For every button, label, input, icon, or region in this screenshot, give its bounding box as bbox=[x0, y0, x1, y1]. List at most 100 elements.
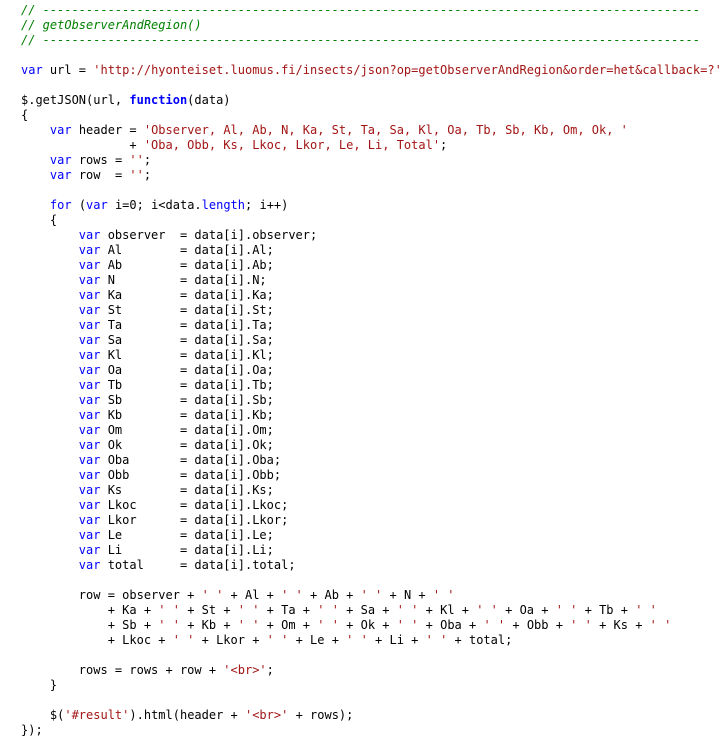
code-line: var total = data[i].total; bbox=[21, 558, 722, 573]
code-line: var Li = data[i].Li; bbox=[21, 543, 722, 558]
keyword-token: function bbox=[129, 93, 188, 107]
code-line: { bbox=[21, 108, 722, 123]
code-token: + total; bbox=[447, 633, 513, 647]
code-token: ; bbox=[440, 138, 448, 152]
code-token: Obb = data[i].Obb; bbox=[100, 468, 282, 482]
code-token: Li = data[i].Li; bbox=[100, 543, 274, 557]
comment-token: // getObserverAndRegion() bbox=[21, 18, 202, 32]
code-token: { bbox=[21, 108, 29, 122]
code-line: + Ka + ' ' + St + ' ' + Ta + ' ' + Sa + … bbox=[21, 603, 722, 618]
keyword-token: var bbox=[78, 438, 101, 452]
code-token: + Om + bbox=[259, 618, 318, 632]
code-token: Tb = data[i].Tb; bbox=[100, 378, 274, 392]
string-token: '<br>' bbox=[244, 708, 289, 722]
code-token: } bbox=[21, 678, 58, 692]
string-token: ' ' bbox=[237, 603, 260, 617]
keyword-token: var bbox=[78, 423, 101, 437]
code-line: var Sa = data[i].Sa; bbox=[21, 333, 722, 348]
code-token: i=0; i<data. bbox=[107, 198, 202, 212]
code-line: row = observer + ' ' + Al + ' ' + Ab + '… bbox=[21, 588, 722, 603]
code-token: total = data[i].total; bbox=[100, 558, 296, 572]
keyword-token: var bbox=[78, 513, 101, 527]
code-token: row = observer + bbox=[21, 588, 202, 602]
code-token: N = data[i].N; bbox=[100, 273, 267, 287]
code-token: + Ab + bbox=[302, 588, 361, 602]
code-line: var url = 'http://hyonteiset.luomus.fi/i… bbox=[21, 63, 722, 78]
code-token: Ka = data[i].Ka; bbox=[100, 288, 274, 302]
code-token: + Kl + bbox=[418, 603, 477, 617]
string-token: ' ' bbox=[483, 618, 506, 632]
code-token: Ta = data[i].Ta; bbox=[100, 318, 274, 332]
code-line: + Lkoc + ' ' + Lkor + ' ' + Le + ' ' + L… bbox=[21, 633, 722, 648]
code-token: Sa = data[i].Sa; bbox=[100, 333, 274, 347]
code-token: row = bbox=[71, 168, 130, 182]
code-line: // -------------------------------------… bbox=[21, 33, 722, 48]
keyword-token: var bbox=[78, 528, 101, 542]
keyword-token: var bbox=[78, 498, 101, 512]
code-token: + Ka + bbox=[21, 603, 159, 617]
keyword-token: var bbox=[78, 333, 101, 347]
code-line: var Lkoc = data[i].Lkoc; bbox=[21, 498, 722, 513]
code-token: + Ta + bbox=[259, 603, 318, 617]
code-editor[interactable]: // -------------------------------------… bbox=[0, 0, 722, 743]
code-line: var Oa = data[i].Oa; bbox=[21, 363, 722, 378]
code-token: Ks = data[i].Ks; bbox=[100, 483, 274, 497]
keyword-token: var bbox=[78, 288, 101, 302]
code-token: ( bbox=[71, 198, 87, 212]
keyword-token: var bbox=[78, 258, 101, 272]
comment-token: // -------------------------------------… bbox=[21, 33, 701, 47]
code-token: url = bbox=[42, 63, 94, 77]
keyword-token: var bbox=[78, 558, 101, 572]
string-token: ' ' bbox=[201, 588, 224, 602]
code-token: + Li + bbox=[367, 633, 426, 647]
code-token: + Oa + bbox=[497, 603, 556, 617]
code-line: var Ta = data[i].Ta; bbox=[21, 318, 722, 333]
code-line: + 'Oba, Obb, Ks, Lkoc, Lkor, Le, Li, Tot… bbox=[21, 138, 722, 153]
code-token: + Oba + bbox=[418, 618, 484, 632]
code-line: rows = rows + row + '<br>'; bbox=[21, 663, 722, 678]
code-token: + Tb + bbox=[577, 603, 636, 617]
string-token: '' bbox=[129, 168, 144, 182]
code-line: var Al = data[i].Al; bbox=[21, 243, 722, 258]
code-token: Kb = data[i].Kb; bbox=[100, 408, 274, 422]
keyword-token: var bbox=[21, 63, 43, 77]
code-token: (data) bbox=[187, 93, 231, 107]
code-token: + Ok + bbox=[338, 618, 397, 632]
code-token: Ok = data[i].Ok; bbox=[100, 438, 274, 452]
string-token: 'Oba, Obb, Ks, Lkoc, Lkor, Le, Li, Total… bbox=[143, 138, 441, 152]
code-token: Oa = data[i].Oa; bbox=[100, 363, 274, 377]
code-line: // getObserverAndRegion() bbox=[21, 18, 722, 33]
code-line: var Om = data[i].Om; bbox=[21, 423, 722, 438]
string-token: ' ' bbox=[396, 603, 419, 617]
code-token: }); bbox=[21, 723, 43, 737]
code-line: var Ab = data[i].Ab; bbox=[21, 258, 722, 273]
keyword-token: for bbox=[49, 198, 72, 212]
code-token: + Al + bbox=[223, 588, 282, 602]
keyword-token: var bbox=[78, 483, 101, 497]
string-token: '#result' bbox=[64, 708, 130, 722]
string-token: 'http://hyonteiset.luomus.fi/insects/jso… bbox=[93, 63, 722, 77]
keyword-token: length bbox=[201, 198, 246, 212]
string-token: ' ' bbox=[555, 603, 578, 617]
code-line: var Tb = data[i].Tb; bbox=[21, 378, 722, 393]
string-token: ' ' bbox=[158, 618, 180, 632]
code-token: Lkoc = data[i].Lkoc; bbox=[100, 498, 289, 512]
code-token: ).html(header + bbox=[129, 708, 245, 722]
code-token: + Obb + bbox=[505, 618, 571, 632]
